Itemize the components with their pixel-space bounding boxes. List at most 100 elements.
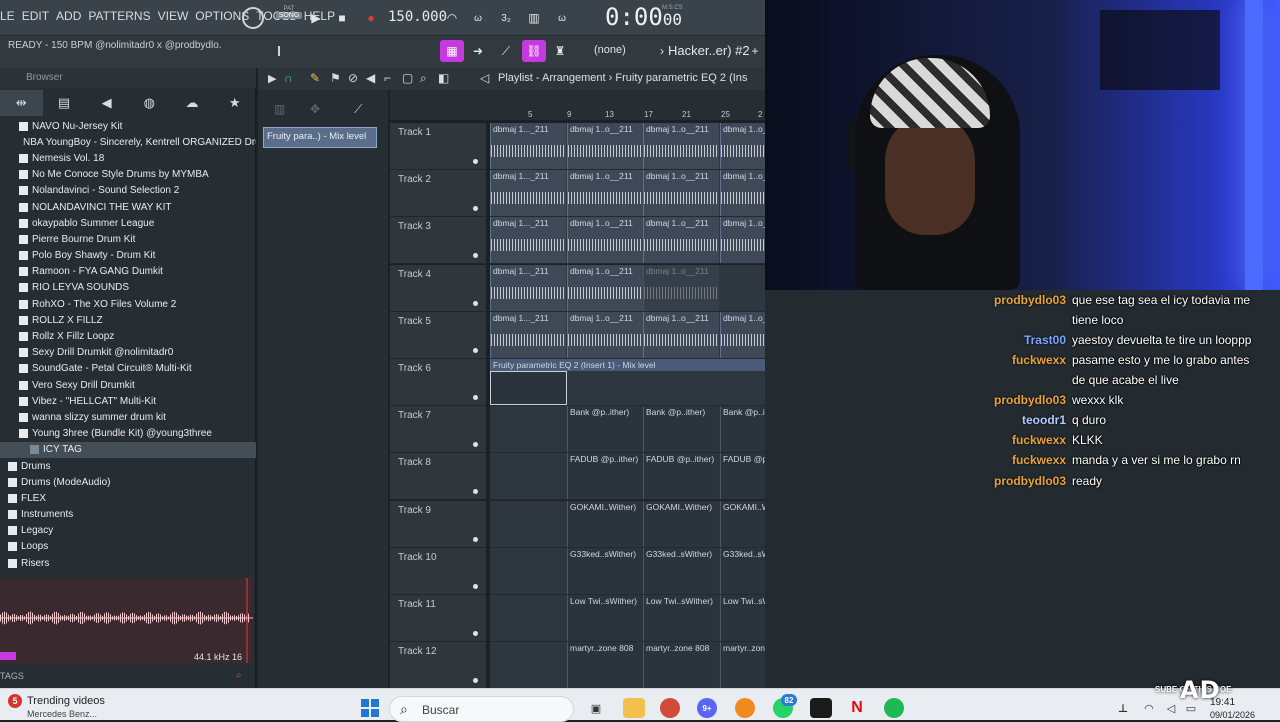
chat-username[interactable]: teoodr1: [1022, 413, 1066, 427]
pl-speaker-icon[interactable]: ◧: [438, 71, 449, 85]
audio-clip[interactable]: dbmaj 1..o__211: [643, 264, 719, 311]
audio-clip[interactable]: Bank @p..ither): [720, 406, 765, 453]
menu-add[interactable]: ADD: [56, 9, 81, 23]
pattern-clip[interactable]: Fruity para..) - Mix level: [263, 127, 377, 148]
browser-item[interactable]: Drums (ModeAudio): [0, 474, 256, 490]
track-lane[interactable]: dbmaj 1..._211 dbmaj 1..o__211 dbmaj 1..o_…: [490, 264, 765, 312]
file-explorer-icon[interactable]: [623, 698, 645, 718]
browser-item[interactable]: Legacy: [0, 523, 256, 539]
browser-item[interactable]: SoundGate - Petal Circuit® Multi-Kit: [0, 361, 256, 377]
browser-item[interactable]: NAVO Nu-Jersey Kit: [0, 118, 256, 134]
spotify-icon[interactable]: [884, 698, 904, 718]
pattern-name[interactable]: Hacker..er) #2: [668, 43, 750, 58]
pl-zoom-icon[interactable]: ⌕: [420, 71, 427, 86]
browser-item[interactable]: Ramoon - FYA GANG Dumkit: [0, 264, 256, 280]
track-active-led[interactable]: [473, 583, 478, 589]
menu-file[interactable]: LE: [0, 9, 15, 23]
pl-magnet-icon[interactable]: ∩: [284, 71, 293, 85]
track-active-led[interactable]: [473, 631, 478, 636]
pl-pencil-icon[interactable]: ✎: [310, 71, 320, 85]
track-active-led[interactable]: [473, 253, 478, 259]
link-button[interactable]: ⛓: [522, 40, 546, 62]
track-active-led[interactable]: [473, 206, 478, 212]
browser-item[interactable]: RIO LEYVA SOUNDS: [0, 280, 256, 296]
audio-clip[interactable]: dbmaj 1..o__211: [567, 217, 643, 264]
audio-clip[interactable]: dbmaj 1..o__211: [720, 170, 765, 217]
chat-username[interactable]: fuckwexx: [1012, 433, 1066, 447]
audio-clip[interactable]: dbmaj 1..._211: [490, 217, 566, 264]
step-edit-icon[interactable]: ▥: [524, 8, 544, 28]
track-active-led[interactable]: [473, 536, 478, 542]
automation-clip[interactable]: Fruity parametric EQ 2 (Insert 1) - Mix …: [490, 359, 765, 371]
audio-clip[interactable]: martyr..zone 808: [643, 642, 719, 689]
audio-clip[interactable]: FADUB @p..ither): [567, 453, 643, 500]
track-lane[interactable]: dbmaj 1..._211 dbmaj 1..o__211 dbmaj 1..o_…: [490, 123, 765, 170]
track-lane[interactable]: dbmaj 1..._211 dbmaj 1..o__211 dbmaj 1..o_…: [490, 311, 765, 359]
browser-item[interactable]: okaypablo Summer League: [0, 215, 256, 231]
track-lane[interactable]: Fruity parametric EQ 2 (Insert 1) - Mix …: [490, 359, 765, 406]
audio-clip[interactable]: G33ked..sWither): [643, 547, 719, 594]
audio-clip[interactable]: dbmaj 1..o__211: [567, 311, 643, 358]
pattern-picker-icon-1[interactable]: ▥: [274, 102, 285, 116]
automation-selection[interactable]: [490, 371, 567, 405]
track-lane[interactable]: dbmaj 1..._211 dbmaj 1..o__211 dbmaj 1..o_…: [490, 170, 765, 218]
track-lane[interactable]: Low Twi..sWither) Low Twi..sWither) Low Tw…: [490, 595, 765, 642]
track-header[interactable]: Track 12: [390, 642, 486, 690]
track-lane[interactable]: Bank @p..ither) Bank @p..ither) Bank @p..i…: [490, 406, 765, 454]
audio-clip[interactable]: dbmaj 1..o__211: [567, 170, 643, 217]
chat-username[interactable]: fuckwexx: [1012, 353, 1066, 367]
playlist-ruler[interactable]: 5 9 13 17 21 25 2: [390, 90, 765, 120]
pl-menu-arrow-icon[interactable]: ▶: [268, 72, 276, 85]
pat-song-toggle[interactable]: PAT SONG: [276, 6, 302, 30]
news-subtitle[interactable]: Mercedes Benz...: [27, 709, 97, 719]
audio-clip[interactable]: martyr..zone 808: [567, 642, 643, 689]
browser-tab-project-icon[interactable]: ▤: [43, 90, 86, 116]
browser-item[interactable]: Polo Boy Shawty - Drum Kit: [0, 248, 256, 264]
pl-delete-icon[interactable]: ⊘: [348, 71, 358, 85]
tags-search-icon[interactable]: ⌕: [236, 670, 242, 681]
terminal-icon[interactable]: [810, 698, 832, 718]
track-lane[interactable]: dbmaj 1..._211 dbmaj 1..o__211 dbmaj 1..o_…: [490, 217, 765, 265]
menu-view[interactable]: VIEW: [158, 9, 189, 23]
audio-clip[interactable]: dbmaj 1..o__211: [643, 123, 719, 169]
news-title[interactable]: Trending videos: [27, 695, 105, 707]
track-header[interactable]: Track 7: [390, 406, 486, 454]
chat-username[interactable]: prodbydlo03: [994, 293, 1066, 307]
pl-audio-icon[interactable]: ◁: [480, 71, 489, 85]
audio-clip[interactable]: dbmaj 1..o__211: [643, 170, 719, 217]
browser-item[interactable]: NBA YoungBoy - Sincerely, Kentrell ORGAN…: [0, 134, 256, 150]
pattern-picker-icon-2[interactable]: ✥: [310, 102, 320, 116]
browser-tab-all-icon[interactable]: ⇹: [0, 90, 43, 116]
chat-username[interactable]: prodbydlo03: [994, 474, 1066, 488]
stop-button[interactable]: ■: [332, 8, 352, 28]
discord-icon[interactable]: 9+: [697, 698, 717, 718]
audio-clip[interactable]: dbmaj 1..o__211: [720, 311, 765, 358]
track-header[interactable]: Track 8: [390, 453, 486, 501]
browser-item[interactable]: Instruments: [0, 507, 256, 523]
audio-clip[interactable]: Bank @p..ither): [567, 406, 643, 453]
browser-item[interactable]: Vibez - "HELLCAT" Multi-Kit: [0, 393, 256, 409]
browser-item[interactable]: ICY TAG: [0, 441, 256, 458]
browser-item[interactable]: Rollz X Fillz Loopz: [0, 328, 256, 344]
tempo-display[interactable]: 150.000: [388, 9, 447, 25]
pl-mute-icon[interactable]: ◀: [366, 71, 375, 85]
track-lane[interactable]: GOKAMI..Wither) GOKAMI..Wither) GOKAMI..Wi…: [490, 500, 765, 548]
track-active-led[interactable]: [473, 678, 478, 684]
track-lane[interactable]: G33ked..sWither) G33ked..sWither) G33ked..…: [490, 547, 765, 595]
chrome-icon[interactable]: [660, 698, 680, 718]
track-lane[interactable]: FADUB @p..ither) FADUB @p..ither) FADUB @p…: [490, 453, 765, 501]
track-active-led[interactable]: [473, 159, 478, 164]
audio-clip[interactable]: FADUB @p..ither): [643, 453, 719, 500]
audio-clip[interactable]: FADUB @p..ither): [720, 453, 765, 500]
pattern-picker-icon-3[interactable]: ⟋: [354, 102, 362, 117]
browser-item[interactable]: Loops: [0, 539, 256, 555]
audio-clip[interactable]: G33ked..sWither): [720, 547, 765, 594]
netflix-icon[interactable]: N: [846, 698, 868, 718]
track-header[interactable]: Track 10: [390, 547, 486, 595]
microphone-icon[interactable]: ⊥: [1112, 698, 1134, 718]
track-active-led[interactable]: [473, 395, 478, 400]
browser-item[interactable]: Drums: [0, 458, 256, 474]
browser-item[interactable]: wanna slizzy summer drum kit: [0, 409, 256, 425]
audio-clip[interactable]: GOKAMI..Wither): [720, 500, 765, 547]
audio-clip[interactable]: GOKAMI..Wither): [567, 500, 643, 547]
